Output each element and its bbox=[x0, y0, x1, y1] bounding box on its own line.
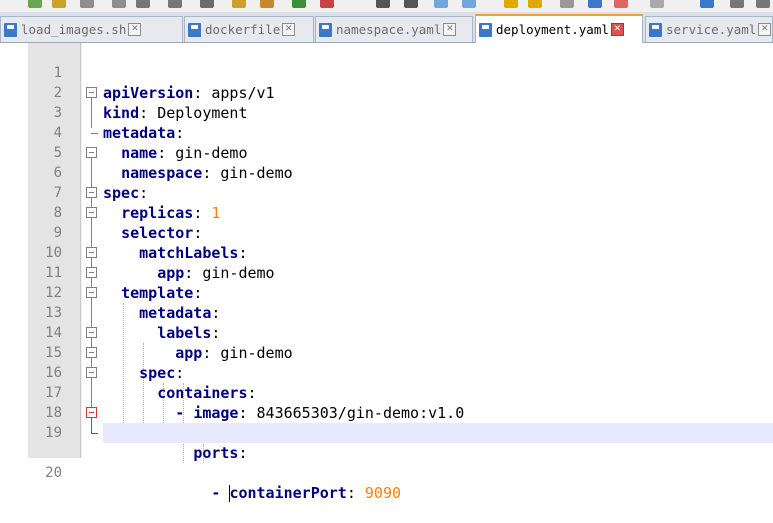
file-save-icon bbox=[479, 22, 492, 37]
line-number: 20 bbox=[45, 465, 62, 481]
code-line: 7 replicas: 1 bbox=[0, 163, 773, 222]
current-line-highlight bbox=[103, 423, 773, 443]
replace-icon[interactable] bbox=[404, 0, 418, 8]
file-save-icon bbox=[649, 22, 662, 37]
play-icon[interactable] bbox=[756, 0, 770, 8]
close-icon[interactable]: ✕ bbox=[610, 23, 624, 36]
yaml-number: 9090 bbox=[364, 484, 402, 502]
code-line: 2 kind: Deployment bbox=[0, 63, 773, 122]
toolbar bbox=[0, 0, 773, 12]
tab-service[interactable]: service.yaml ✕ bbox=[645, 16, 773, 42]
code-line: 5 namespace: gin-demo bbox=[0, 123, 773, 182]
paste-icon[interactable] bbox=[260, 0, 274, 8]
word-wrap-icon[interactable] bbox=[528, 0, 542, 8]
code-line: 10 app: gin-demo bbox=[0, 223, 773, 282]
code-line: 15 spec: bbox=[0, 323, 773, 382]
file-save-icon bbox=[188, 22, 201, 37]
code-line: 9 matchLabels: bbox=[0, 203, 773, 262]
yaml-key: ports bbox=[193, 444, 239, 462]
file-save-icon bbox=[319, 22, 332, 37]
tab-dockerfile[interactable]: dockerfile ✕ bbox=[184, 16, 314, 42]
code-line: 4 name: gin-demo bbox=[0, 103, 773, 162]
zoom-in-icon[interactable] bbox=[434, 0, 448, 8]
monitor-icon[interactable] bbox=[700, 0, 714, 8]
print-icon[interactable] bbox=[168, 0, 182, 8]
lang-icon[interactable] bbox=[614, 0, 628, 8]
open-file-icon[interactable] bbox=[52, 0, 66, 8]
code-line: 8 selector: bbox=[0, 183, 773, 242]
close-file-icon[interactable] bbox=[136, 0, 150, 8]
redo-icon[interactable] bbox=[320, 0, 334, 8]
cut-icon[interactable] bbox=[200, 0, 214, 8]
sync-scroll-icon[interactable] bbox=[504, 0, 518, 8]
code-line: 17 - image: 843665303/gin-demo:v1.0 bbox=[0, 363, 773, 422]
close-icon[interactable]: ✕ bbox=[443, 23, 457, 36]
tab-bar: load_images.sh ✕ dockerfile ✕ namespace.… bbox=[0, 12, 773, 43]
code-line: 16 containers: bbox=[0, 343, 773, 402]
code-line: 1 apiVersion: apps/v1 bbox=[0, 43, 773, 102]
code-editor[interactable]: 1 apiVersion: apps/v1 2 kind: Deployment… bbox=[0, 43, 773, 502]
tab-load-images[interactable]: load_images.sh ✕ bbox=[0, 16, 183, 42]
indent-guide-icon[interactable] bbox=[588, 0, 602, 8]
code-line: 6 spec: bbox=[0, 143, 773, 202]
undo-icon[interactable] bbox=[292, 0, 306, 8]
record-icon[interactable] bbox=[730, 0, 744, 8]
tab-namespace[interactable]: namespace.yaml ✕ bbox=[315, 16, 473, 42]
new-file-icon[interactable] bbox=[28, 0, 42, 8]
find-icon[interactable] bbox=[376, 0, 390, 8]
code-line: 14 app: gin-demo bbox=[0, 303, 773, 362]
close-icon[interactable]: ✕ bbox=[282, 23, 296, 36]
tab-label: deployment.yaml bbox=[496, 22, 609, 37]
code-line: 19 ports: bbox=[0, 403, 773, 462]
save-all-icon[interactable] bbox=[112, 0, 126, 8]
code-line: 13 labels: bbox=[0, 283, 773, 342]
close-icon[interactable]: ✕ bbox=[758, 23, 772, 36]
code-line: 12 metadata: bbox=[0, 263, 773, 322]
current-code-line: 20 - containerPort: 9090 bbox=[0, 423, 773, 502]
save-icon[interactable] bbox=[80, 0, 94, 8]
code-line: 3 metadata: bbox=[0, 83, 773, 142]
tab-label: namespace.yaml bbox=[336, 22, 442, 37]
code-line: 11 template: bbox=[0, 243, 773, 302]
tab-deployment[interactable]: deployment.yaml ✕ bbox=[475, 14, 643, 43]
map-icon[interactable] bbox=[650, 0, 664, 8]
zoom-out-icon[interactable] bbox=[462, 0, 476, 8]
code-line: 18 name: gin-demo-containers bbox=[0, 383, 773, 442]
tab-label: load_images.sh bbox=[21, 22, 127, 37]
copy-icon[interactable] bbox=[232, 0, 246, 8]
close-icon[interactable]: ✕ bbox=[128, 23, 142, 36]
tab-label: dockerfile bbox=[205, 22, 281, 37]
file-save-icon bbox=[4, 22, 17, 37]
show-all-icon[interactable] bbox=[560, 0, 574, 8]
tab-label: service.yaml bbox=[666, 22, 757, 37]
yaml-key: containerPort bbox=[229, 484, 347, 502]
